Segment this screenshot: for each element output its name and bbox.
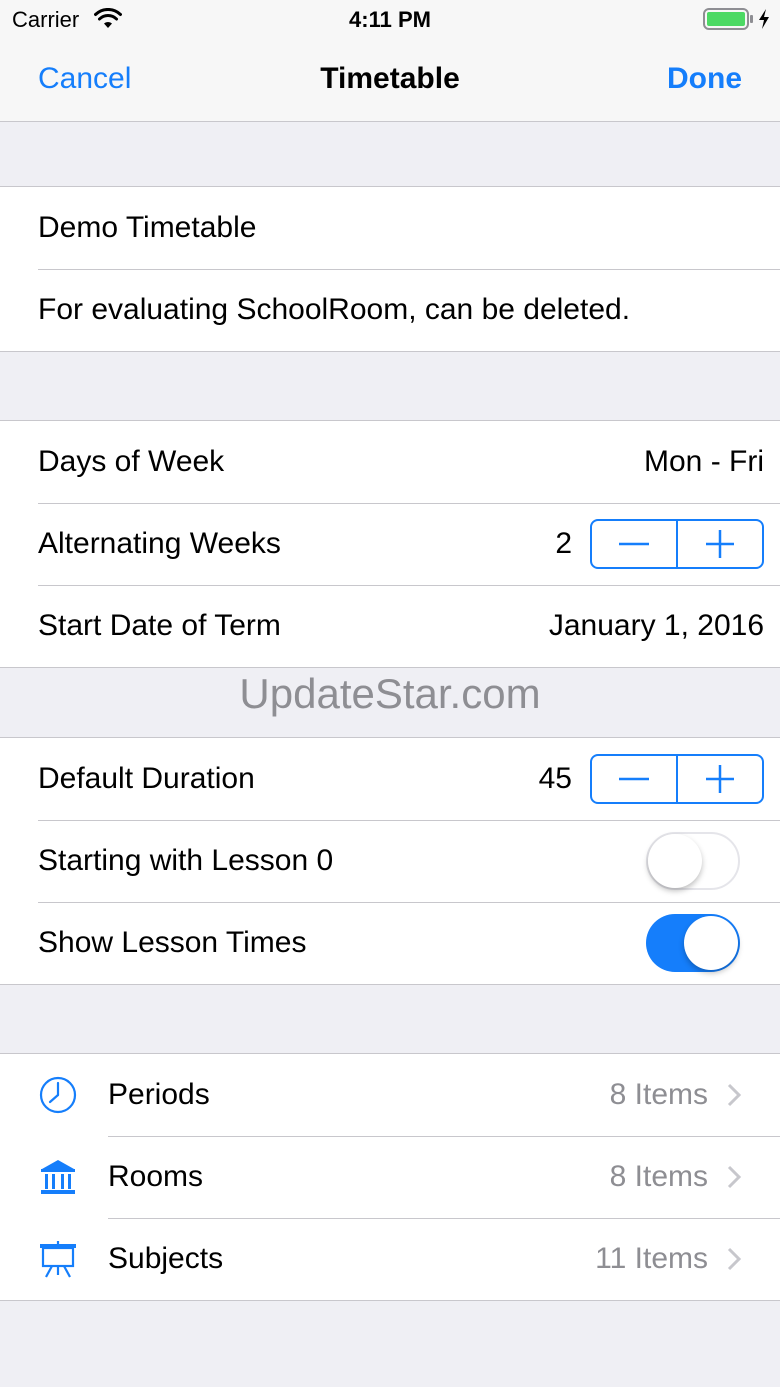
watermark: UpdateStar.com [239, 670, 541, 717]
show-lesson-times-row: Show Lesson Times [0, 902, 780, 984]
alternating-weeks-increment-button[interactable] [676, 521, 762, 567]
toggle-knob [684, 916, 738, 970]
periods-count: 8 Items [609, 1078, 708, 1111]
chevron-right-icon [727, 1247, 742, 1271]
rooms-row[interactable]: Rooms 8 Items [0, 1136, 780, 1218]
subjects-label: Subjects [108, 1242, 224, 1275]
timetable-name-value: Demo Timetable [38, 211, 257, 244]
periods-row[interactable]: Periods 8 Items [0, 1054, 780, 1136]
alternating-weeks-stepper [590, 519, 764, 569]
days-of-week-label: Days of Week [38, 445, 225, 478]
page-title: Timetable [320, 62, 460, 95]
lesson-zero-row: Starting with Lesson 0 [0, 820, 780, 902]
lesson-zero-label: Starting with Lesson 0 [38, 844, 334, 877]
default-duration-stepper [590, 754, 764, 804]
schedule-section: Days of Week Mon - Fri Alternating Weeks… [0, 420, 780, 668]
start-date-row[interactable]: Start Date of Term January 1, 2016 [0, 585, 780, 667]
subjects-row[interactable]: Subjects 11 Items [0, 1218, 780, 1300]
timetable-description-field[interactable]: For evaluating SchoolRoom, can be delete… [0, 269, 780, 351]
chevron-right-icon [727, 1165, 742, 1189]
default-duration-row: Default Duration 45 [0, 738, 780, 820]
chevron-right-icon [727, 1083, 742, 1107]
rooms-label: Rooms [108, 1160, 204, 1193]
toggle-knob [648, 834, 702, 888]
battery-icon [703, 8, 753, 30]
charging-bolt-icon [759, 9, 769, 29]
rooms-count: 8 Items [609, 1160, 708, 1193]
info-section: Demo Timetable For evaluating SchoolRoom… [0, 186, 780, 352]
default-duration-increment-button[interactable] [676, 756, 762, 802]
building-icon [41, 1160, 75, 1194]
default-duration-decrement-button[interactable] [592, 756, 676, 802]
minus-icon [619, 777, 649, 781]
timetable-name-field[interactable]: Demo Timetable [0, 187, 780, 269]
plus-icon [706, 765, 734, 793]
minus-icon [619, 542, 649, 546]
days-of-week-row[interactable]: Days of Week Mon - Fri [0, 421, 780, 503]
start-date-value: January 1, 2016 [548, 609, 764, 642]
timetable-description-value: For evaluating SchoolRoom, can be delete… [38, 293, 631, 326]
lessons-section: Default Duration 45 Starting with Lesson… [0, 737, 780, 985]
subjects-count: 11 Items [595, 1242, 708, 1275]
done-button[interactable]: Done [667, 62, 742, 96]
navigation-bar: Cancel Timetable Done [0, 40, 780, 122]
default-duration-value: 45 [538, 762, 572, 795]
alternating-weeks-row: Alternating Weeks 2 [0, 503, 780, 585]
alternating-weeks-value: 2 [555, 527, 572, 560]
show-lesson-times-label: Show Lesson Times [38, 926, 307, 959]
status-bar: Carrier 4:11 PM [0, 0, 780, 40]
start-date-label: Start Date of Term [38, 609, 281, 642]
default-duration-label: Default Duration [38, 762, 255, 795]
clock-time: 4:11 PM [349, 7, 431, 32]
lists-section: Periods 8 Items Rooms 8 Items Subjects 1… [0, 1053, 780, 1301]
alternating-weeks-decrement-button[interactable] [592, 521, 676, 567]
periods-label: Periods [108, 1078, 210, 1111]
easel-icon [40, 1241, 76, 1278]
show-lesson-times-toggle[interactable] [646, 914, 740, 972]
alternating-weeks-label: Alternating Weeks [38, 527, 281, 560]
plus-icon [706, 530, 734, 558]
days-of-week-value: Mon - Fri [644, 445, 764, 478]
clock-icon [39, 1076, 77, 1114]
lesson-zero-toggle[interactable] [646, 832, 740, 890]
